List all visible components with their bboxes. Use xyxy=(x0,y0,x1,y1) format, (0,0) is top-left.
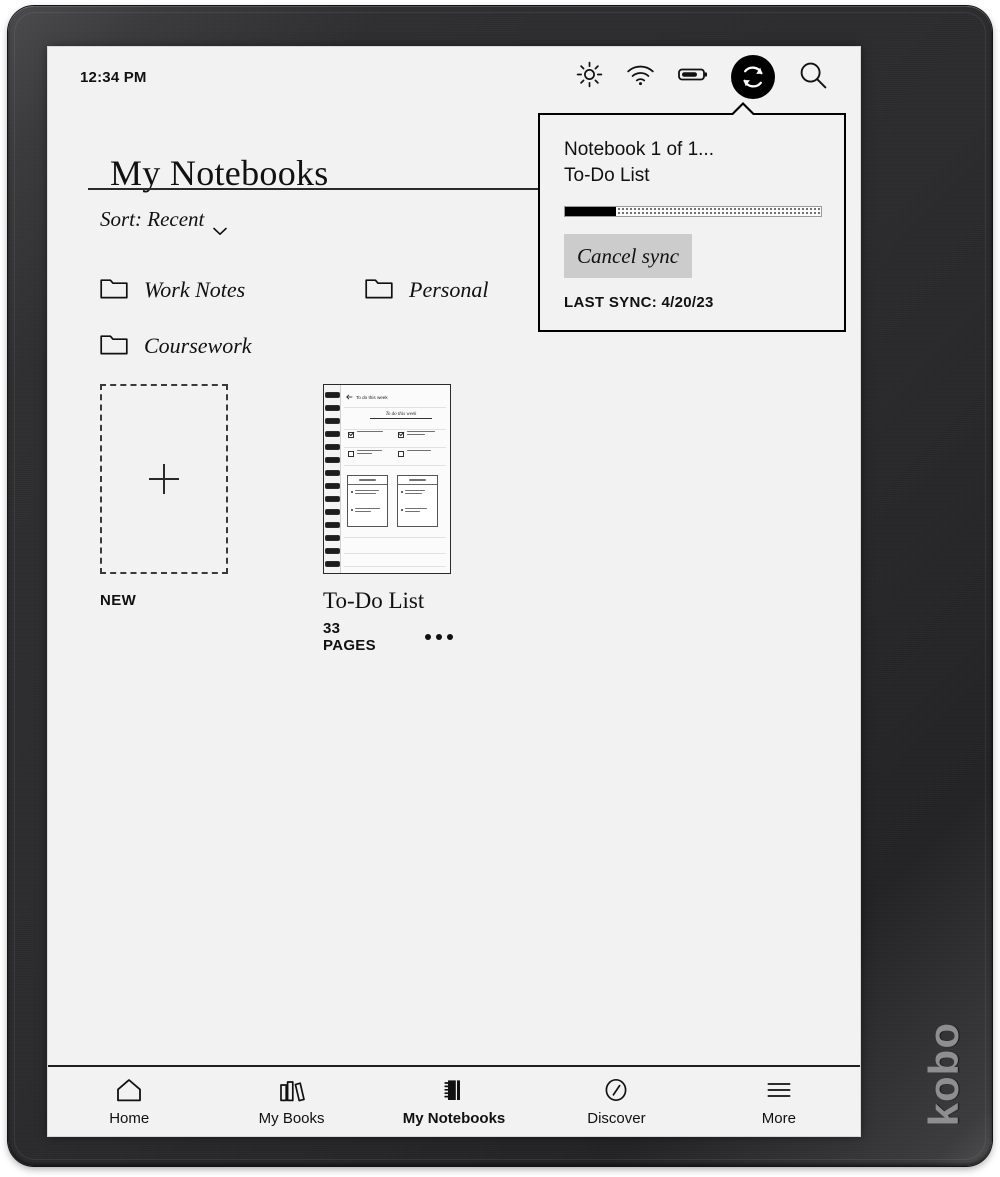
battery-icon[interactable] xyxy=(678,66,708,88)
last-sync-label: LAST SYNC: 4/20/23 xyxy=(564,294,714,312)
sync-progress-fill xyxy=(565,207,617,217)
status-time: 12:34 PM xyxy=(80,68,147,86)
home-icon xyxy=(115,1077,143,1103)
notebook-icon xyxy=(440,1077,468,1103)
nav-item-my-notebooks[interactable]: My Notebooks xyxy=(373,1067,535,1136)
folder-item-coursework[interactable]: Coursework xyxy=(100,333,365,360)
notebook-title: To-Do List xyxy=(323,588,425,613)
folder-icon xyxy=(100,277,128,304)
folder-icon xyxy=(365,277,393,304)
thumbnail-spiral-binding xyxy=(324,385,341,573)
nav-label: Home xyxy=(109,1109,150,1127)
compass-icon xyxy=(602,1077,630,1103)
notebook-thumbnail[interactable]: To do this week To do this week xyxy=(323,384,451,574)
folder-item-work-notes[interactable]: Work Notes xyxy=(100,277,365,304)
sort-label: Sort: Recent xyxy=(100,207,205,231)
chevron-down-icon xyxy=(213,217,228,235)
thumbnail-page: To do this week To do this week xyxy=(340,385,450,573)
new-notebook-tile[interactable]: NEW xyxy=(100,384,230,654)
notebook-page-count: 33 PAGES xyxy=(323,620,376,654)
notebook-meta-row: 33 PAGES xyxy=(323,620,453,654)
kobo-logo: kobo xyxy=(920,1021,967,1126)
sync-status-popup: Notebook 1 of 1... To-Do List Cancel syn… xyxy=(538,102,846,332)
wifi-icon[interactable] xyxy=(626,64,655,91)
nav-item-my-books[interactable]: My Books xyxy=(210,1067,372,1136)
thumbnail-card-header xyxy=(398,476,437,485)
thumbnail-card-header xyxy=(348,476,387,485)
brightness-icon[interactable] xyxy=(576,61,603,93)
sync-progress-title: Notebook 1 of 1... xyxy=(564,139,714,160)
nav-item-discover[interactable]: Discover xyxy=(535,1067,697,1136)
nav-label: My Books xyxy=(258,1109,325,1127)
thumbnail-card xyxy=(347,475,388,527)
folder-icon xyxy=(100,333,128,360)
popup-pointer-inner xyxy=(733,105,753,115)
thumbnail-card xyxy=(397,475,438,527)
folder-item-personal[interactable]: Personal xyxy=(365,277,488,304)
plus-icon xyxy=(149,464,179,494)
notebook-overflow-menu-button[interactable] xyxy=(425,630,453,644)
status-bar: 12:34 PM xyxy=(48,47,860,107)
thumbnail-check-item xyxy=(348,431,383,438)
nav-label: Discover xyxy=(587,1109,646,1127)
hamburger-icon xyxy=(765,1077,793,1103)
sync-notebook-name: To-Do List xyxy=(564,165,650,187)
new-notebook-label: NEW xyxy=(100,592,137,609)
nav-item-more[interactable]: More xyxy=(698,1067,860,1136)
nav-item-home[interactable]: Home xyxy=(48,1067,210,1136)
ereader-device: kobo 12:34 PM My Notebooks Sort: Recent … xyxy=(8,6,992,1166)
bottom-navigation-bar: Home My Books My Notebooks Discover More xyxy=(48,1065,860,1136)
sync-icon[interactable] xyxy=(731,55,775,99)
thumbnail-check-item xyxy=(398,431,435,438)
notebook-grid: NEW To do this week To do this week To-D… xyxy=(100,384,453,654)
folder-label: Work Notes xyxy=(144,277,246,302)
thumbnail-check-item xyxy=(398,450,431,457)
thumbnail-back-row: To do this week xyxy=(346,394,388,400)
sort-control[interactable]: Sort: Recent xyxy=(100,207,228,235)
thumbnail-check-item xyxy=(348,450,382,457)
thumbnail-back-label: To do this week xyxy=(356,394,388,400)
device-screen: 12:34 PM My Notebooks Sort: Recent Work … xyxy=(48,47,860,1136)
sync-progress-bar xyxy=(564,206,822,218)
new-notebook-dropzone[interactable] xyxy=(100,384,228,574)
books-icon xyxy=(278,1077,306,1103)
folder-label: Personal xyxy=(409,277,489,302)
nav-label: More xyxy=(761,1109,796,1127)
cancel-sync-button[interactable]: Cancel sync xyxy=(564,234,692,279)
thumbnail-heading: To do this week xyxy=(370,412,432,419)
folder-label: Coursework xyxy=(144,333,252,358)
nav-label: My Notebooks xyxy=(402,1109,506,1127)
status-icon-group xyxy=(576,55,828,99)
search-icon[interactable] xyxy=(798,60,828,95)
notebook-tile[interactable]: To do this week To do this week To-Do Li… xyxy=(323,384,453,654)
